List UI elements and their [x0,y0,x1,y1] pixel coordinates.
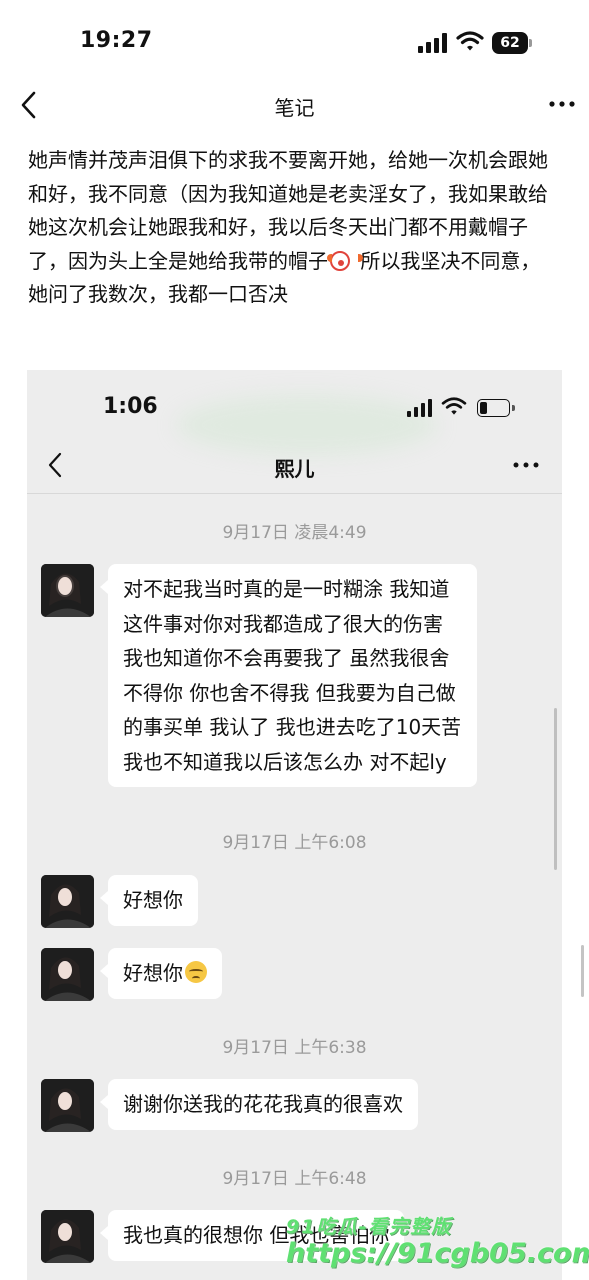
avatar [41,1079,94,1132]
chat-timestamp: 9月17日 上午6:48 [222,1169,367,1189]
message-bubble: 对不起我当时真的是一时糊涂 我知道这件事对你对我都造成了很大的伤害 我也知道你不… [100,564,477,787]
wifi-icon [456,31,484,51]
note-body: 她声情并茂声泪俱下的求我不要离开她，给她一次机会跟她和好，我不同意（因为我知道她… [28,144,560,312]
avatar [41,875,94,928]
page-scrollbar[interactable] [581,945,584,997]
watermark-title: 91吃瓜-看完整版 [286,1216,453,1238]
chat-timestamp: 9月17日 凌晨4:49 [222,523,367,543]
clown-face-icon [327,250,363,271]
nav-bar: 笔记 [0,80,589,132]
status-bar: 19:27 62 [0,0,589,80]
message-text: 好想你 [123,961,183,985]
battery-icon [477,399,515,417]
wifi-icon [441,397,467,415]
more-options-icon[interactable] [548,98,576,110]
avatar [41,948,94,1001]
cellular-signal-icon [418,33,447,53]
message-bubble: 谢谢你送我的花花我真的很喜欢 [100,1079,418,1130]
avatar [41,564,94,617]
status-time: 19:27 [80,28,153,53]
more-options-icon [513,462,539,468]
battery-level: 62 [492,32,528,54]
message-bubble: 好想你 [100,948,222,999]
chat-timestamp: 9月17日 上午6:38 [222,1038,367,1058]
chat-title: 熙儿 [274,457,315,481]
chat-status-time: 1:06 [103,394,158,419]
message-bubble: 好想你 [100,875,198,926]
battery-icon: 62 [492,32,532,54]
chat-header: 熙儿 [27,440,562,494]
chat-screenshot: 1:06 熙儿 9月17日 凌晨4:49 对不起我当时真的是一时糊涂 我知道这件… [27,370,562,1280]
pensive-face-icon [185,961,207,983]
cellular-signal-icon [407,399,432,417]
page-title: 笔记 [274,96,315,120]
chat-timestamp: 9月17日 上午6:08 [222,833,367,853]
avatar [41,1210,94,1263]
watermark-url: https://91cgb05.com [286,1238,589,1269]
